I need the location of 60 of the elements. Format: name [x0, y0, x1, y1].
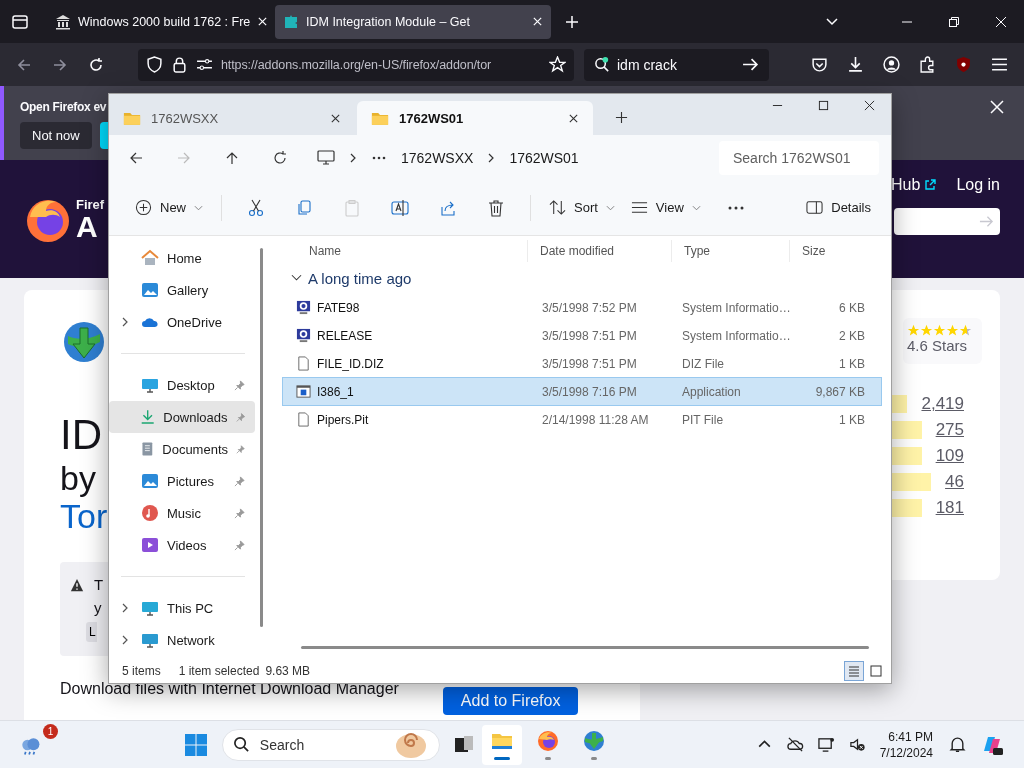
hub-link[interactable]: Hub: [891, 176, 937, 194]
column-header[interactable]: Type: [671, 240, 789, 262]
file-row[interactable]: FILE_ID.DIZ 3/5/1998 7:51 PM DIZ File 1 KB: [283, 350, 881, 377]
sidebar-item[interactable]: Downloads: [109, 401, 255, 433]
group-header[interactable]: A long time ago: [283, 262, 881, 294]
taskbar-search-field[interactable]: Search: [221, 728, 440, 761]
sidebar-item[interactable]: Desktop: [109, 369, 255, 401]
folder-tab[interactable]: 1762WS01: [357, 101, 593, 135]
address-bar[interactable]: 1762WSXX 1762WS01: [309, 140, 709, 175]
column-header[interactable]: Date modified: [527, 240, 671, 262]
warning-text: T: [94, 576, 104, 593]
folder-search-field[interactable]: Search 1762WS01: [719, 140, 879, 175]
logo-text: Firef: [76, 196, 105, 212]
logo-title: A: [76, 211, 99, 242]
sidebar-item[interactable]: Music: [109, 497, 255, 529]
details-button[interactable]: Details: [798, 193, 879, 222]
address-bar[interactable]: https://addons.mozilla.org/en-US/firefox/addon/tor: [138, 48, 574, 81]
folder-tab[interactable]: 1762WSXX: [109, 101, 355, 135]
notification-badge: 1: [43, 723, 58, 739]
login-link[interactable]: Log in: [956, 176, 1000, 194]
sidebar-item[interactable]: Gallery: [109, 274, 255, 306]
sidebar-item[interactable]: Videos: [109, 529, 255, 561]
sidebar-item[interactable]: Pictures: [109, 465, 255, 497]
author-link[interactable]: Tor: [60, 498, 108, 534]
selection-size: 9.63 MB: [265, 664, 311, 678]
file-row[interactable]: FATE98 3/5/1998 7:52 PM System Informatio… 6 KB: [283, 294, 881, 321]
item-count: 5 items: [122, 664, 161, 678]
notification-text: Open Firefox ev: [20, 100, 107, 114]
breadcrumb-item[interactable]: 1762WSXX: [401, 149, 474, 166]
column-header[interactable]: Name: [283, 240, 527, 262]
not-now-button[interactable]: Not now: [20, 122, 92, 149]
rating-count-link[interactable]: 181: [935, 498, 964, 518]
addon-name: ID: [60, 412, 102, 458]
clock[interactable]: 6:41 PM 7/12/2024: [879, 728, 933, 761]
rating-count-link[interactable]: 2,419: [921, 394, 964, 414]
warning-text: y: [94, 599, 102, 616]
column-header[interactable]: Size: [789, 240, 875, 262]
file-row[interactable]: I386_1 3/5/1998 7:16 PM Application 9,867 KB: [283, 378, 881, 405]
sidebar-item[interactable]: Network: [109, 624, 255, 656]
selection-info: 1 item selected: [178, 664, 260, 678]
sidebar-item[interactable]: OneDrive: [109, 306, 255, 338]
sidebar-item[interactable]: Documents: [109, 433, 255, 465]
rating-count-link[interactable]: 46: [945, 472, 964, 492]
add-to-firefox-button[interactable]: Add to Firefox: [442, 687, 579, 715]
sidebar-item[interactable]: Home: [109, 242, 255, 274]
browser-tab[interactable]: Windows 2000 build 1762 : Fre: [47, 4, 271, 39]
sort-button[interactable]: Sort: [541, 193, 623, 222]
rating-count-link[interactable]: 275: [935, 420, 964, 440]
file-row[interactable]: Pipers.Pit 2/14/1998 11:28 AM PIT File 1 KB: [283, 406, 881, 433]
web-search-box[interactable]: idm crack: [584, 48, 769, 81]
learn-button[interactable]: L: [86, 622, 97, 642]
browser-tab[interactable]: IDM Integration Module – Get: [275, 4, 551, 39]
rating-label: 4.6 Stars: [907, 337, 968, 354]
sidebar-item[interactable]: This PC: [109, 592, 255, 624]
new-button[interactable]: New: [127, 193, 211, 222]
breadcrumb-item[interactable]: 1762WS01: [509, 149, 579, 166]
view-button[interactable]: View: [622, 193, 709, 222]
file-row[interactable]: RELEASE 3/5/1998 7:51 PM System Informatio… 2 KB: [283, 322, 881, 349]
rating-count-link[interactable]: 109: [935, 446, 964, 466]
author-prefix: by: [60, 458, 96, 498]
